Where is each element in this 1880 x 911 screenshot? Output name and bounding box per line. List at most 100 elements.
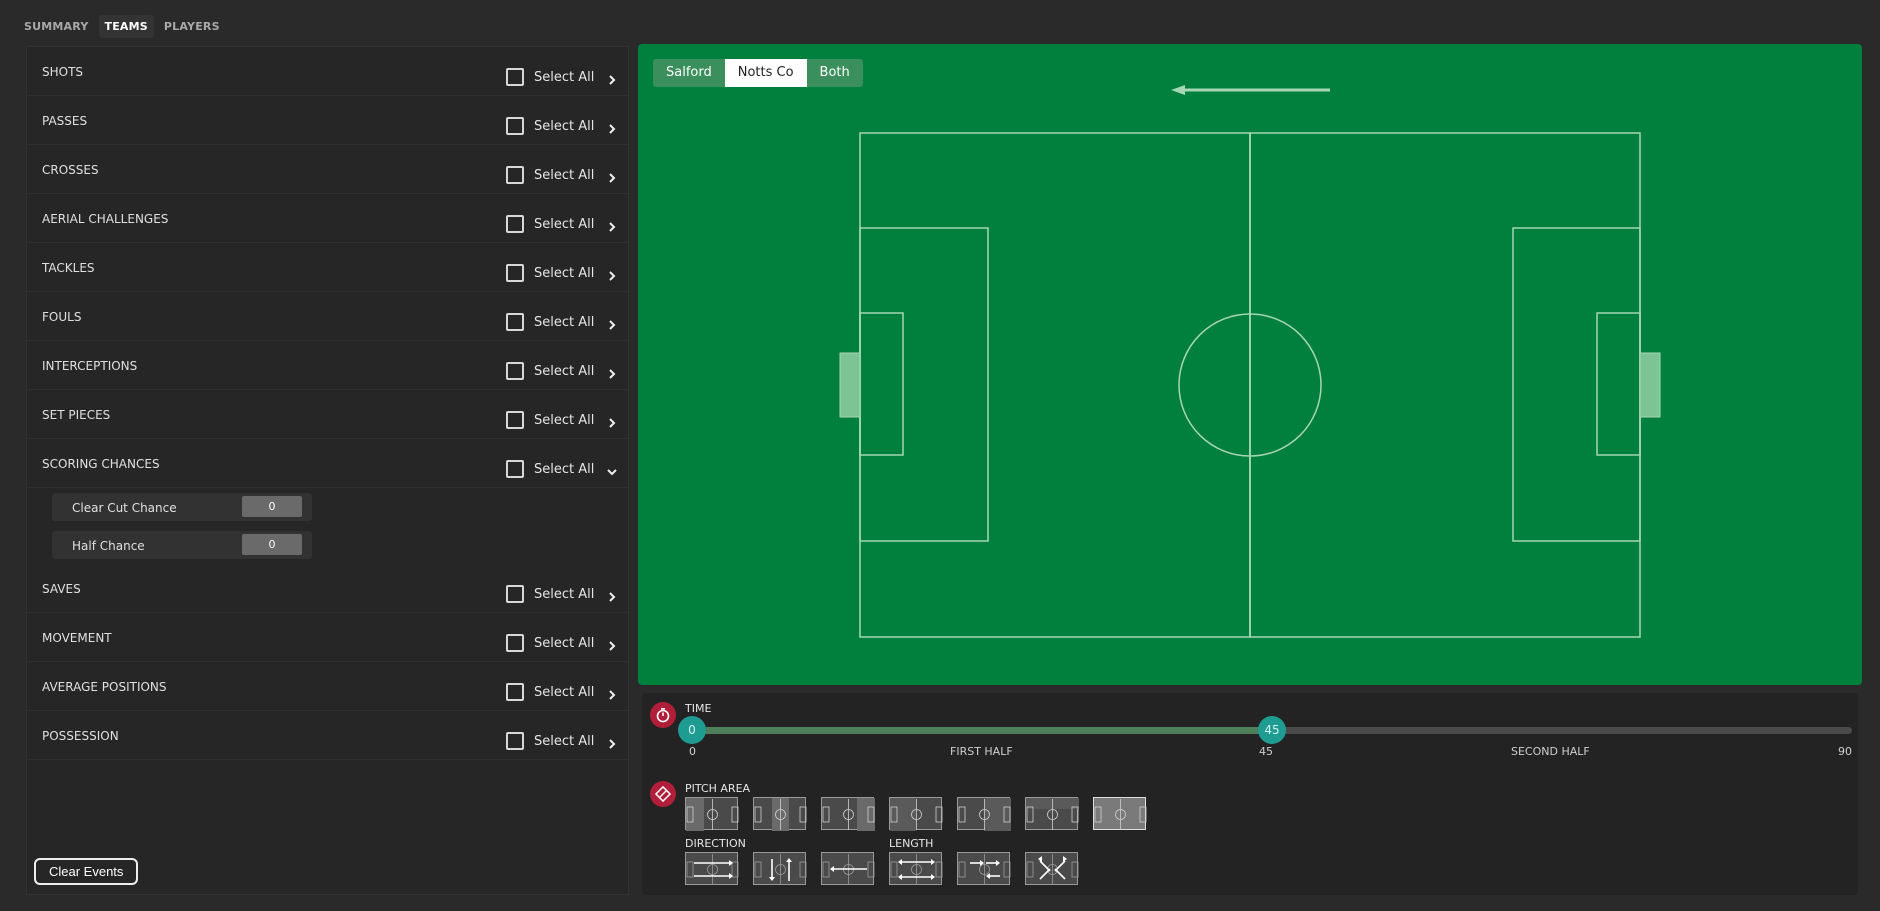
select-all-shots[interactable]: Select All	[506, 68, 618, 86]
length-option-any[interactable]	[1025, 852, 1079, 885]
category-scoring-chances[interactable]: SCORING CHANCES Select All	[27, 439, 628, 488]
pitch-area-option-defensive-third[interactable]	[685, 797, 739, 831]
checkbox[interactable]	[506, 117, 524, 135]
direction-option-backward[interactable]	[821, 852, 875, 885]
checkbox[interactable]	[506, 215, 524, 233]
category-label: SET PIECES	[42, 408, 111, 422]
category-movement[interactable]: MOVEMENT Select All	[27, 613, 628, 662]
pitch-area-title: PITCH AREA	[685, 782, 751, 795]
chevron-right-icon[interactable]	[606, 686, 618, 700]
category-label: AERIAL CHALLENGES	[42, 212, 169, 226]
checkbox[interactable]	[506, 313, 524, 331]
second-half-label: SECOND HALF	[1511, 745, 1590, 758]
penalty-area-right	[1512, 227, 1641, 542]
checkbox[interactable]	[506, 68, 524, 86]
tab-summary[interactable]: SUMMARY	[18, 15, 95, 38]
checkbox[interactable]	[506, 585, 524, 603]
select-all-label: Select All	[534, 265, 595, 281]
chevron-right-icon[interactable]	[606, 218, 618, 232]
category-label: PASSES	[42, 114, 88, 128]
pitch-area-option-whole-pitch[interactable]	[1093, 797, 1147, 830]
select-all-passes[interactable]: Select All	[506, 117, 618, 135]
category-saves[interactable]: SAVES Select All	[27, 564, 628, 613]
sub-item-label: Clear Cut Chance	[72, 501, 177, 515]
chevron-right-icon[interactable]	[606, 365, 618, 379]
direction-option-backward-vertical[interactable]	[753, 852, 807, 885]
category-average-positions[interactable]: AVERAGE POSITIONS Select All	[27, 662, 628, 711]
tick-90: 90	[1838, 745, 1852, 758]
select-all-label: Select All	[534, 314, 595, 330]
select-all-label: Select All	[534, 733, 595, 749]
category-label: INTERCEPTIONS	[42, 359, 138, 373]
direction-option-forward[interactable]	[685, 852, 739, 885]
pitch-diagram[interactable]	[638, 44, 1862, 685]
team-both-button[interactable]: Both	[807, 59, 863, 87]
length-option-medium[interactable]	[957, 852, 1011, 885]
length-option-short-long[interactable]	[889, 852, 943, 885]
select-all-tackles[interactable]: Select All	[506, 264, 618, 282]
category-shots[interactable]: SHOTS Select All	[27, 47, 628, 96]
select-all-crosses[interactable]: Select All	[506, 166, 618, 184]
select-all-interceptions[interactable]: Select All	[506, 362, 618, 380]
sub-item-box: Clear Cut Chance 0	[52, 493, 312, 521]
chevron-right-icon[interactable]	[606, 414, 618, 428]
pitch-area-option-wide-areas[interactable]	[1025, 797, 1079, 830]
checkbox[interactable]	[506, 362, 524, 380]
checkbox[interactable]	[506, 460, 524, 478]
select-all-label: Select All	[534, 216, 595, 232]
category-interceptions[interactable]: INTERCEPTIONS Select All	[27, 341, 628, 390]
time-end-handle[interactable]: 45	[1258, 716, 1286, 744]
select-all-label: Select All	[534, 167, 595, 183]
select-all-aerial-challenges[interactable]: Select All	[506, 215, 618, 233]
select-all-average-positions[interactable]: Select All	[506, 683, 618, 701]
category-crosses[interactable]: CROSSES Select All	[27, 145, 628, 194]
category-tackles[interactable]: TACKLES Select All	[27, 243, 628, 292]
tab-teams[interactable]: TEAMS	[98, 15, 154, 38]
pitch-area-option-middle-third[interactable]	[753, 797, 807, 831]
time-start-handle[interactable]: 0	[678, 716, 706, 744]
team-notts-co-button[interactable]: Notts Co	[724, 59, 807, 87]
direction-length-options	[685, 852, 1079, 885]
checkbox[interactable]	[506, 166, 524, 184]
chevron-right-icon[interactable]	[606, 735, 618, 749]
chevron-right-icon[interactable]	[606, 316, 618, 330]
select-all-fouls[interactable]: Select All	[506, 313, 618, 331]
pitch-outline	[859, 132, 1251, 638]
checkbox[interactable]	[506, 634, 524, 652]
category-label: MOVEMENT	[42, 631, 112, 645]
select-all-saves[interactable]: Select All	[506, 585, 618, 603]
chevron-right-icon[interactable]	[606, 588, 618, 602]
category-set-pieces[interactable]: SET PIECES Select All	[27, 390, 628, 439]
team-toggle: Salford Notts Co Both	[653, 59, 863, 87]
chevron-down-icon[interactable]	[606, 463, 618, 476]
checkbox[interactable]	[506, 264, 524, 282]
chevron-right-icon[interactable]	[606, 71, 618, 85]
clear-events-button[interactable]: Clear Events	[34, 858, 139, 885]
select-all-scoring-chances[interactable]: Select All	[506, 460, 618, 478]
pitch-area-option-opposition-half[interactable]	[957, 797, 1011, 831]
category-passes[interactable]: PASSES Select All	[27, 96, 628, 145]
category-fouls[interactable]: FOULS Select All	[27, 292, 628, 341]
sub-item-count: 0	[242, 534, 302, 555]
chevron-right-icon[interactable]	[606, 120, 618, 134]
pitch-area-option-attacking-third[interactable]	[821, 797, 875, 831]
select-all-movement[interactable]: Select All	[506, 634, 618, 652]
chevron-right-icon[interactable]	[606, 637, 618, 651]
checkbox[interactable]	[506, 732, 524, 750]
length-title: LENGTH	[889, 837, 934, 850]
select-all-set-pieces[interactable]: Select All	[506, 411, 618, 429]
view-tabs: SUMMARY TEAMS PLAYERS	[18, 15, 226, 38]
category-aerial-challenges[interactable]: AERIAL CHALLENGES Select All	[27, 194, 628, 243]
chevron-right-icon[interactable]	[606, 169, 618, 183]
chevron-right-icon[interactable]	[606, 267, 618, 281]
tick-45: 45	[1259, 745, 1273, 758]
tab-players[interactable]: PLAYERS	[158, 15, 226, 38]
pitch-area-option-own-half[interactable]	[889, 797, 943, 831]
category-label: SHOTS	[42, 65, 84, 79]
pitch-outline-right	[1249, 132, 1641, 638]
checkbox[interactable]	[506, 683, 524, 701]
select-all-possession[interactable]: Select All	[506, 732, 618, 750]
category-possession[interactable]: POSSESSION Select All	[27, 711, 628, 760]
team-salford-button[interactable]: Salford	[653, 59, 725, 87]
checkbox[interactable]	[506, 411, 524, 429]
